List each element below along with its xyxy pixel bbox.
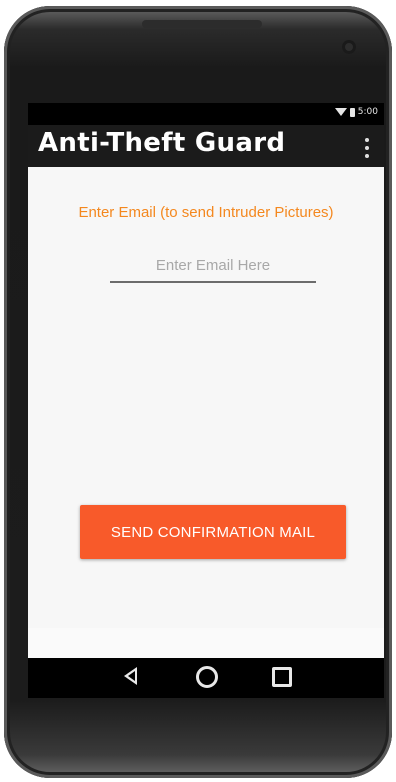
phone-frame: 5:00 Anti-Theft Guard Enter Email (to se… (4, 6, 392, 778)
main-content: Enter Email (to send Intruder Pictures) … (28, 167, 384, 628)
send-confirmation-mail-button[interactable]: SEND CONFIRMATION MAIL (80, 505, 346, 559)
home-icon[interactable] (196, 666, 218, 688)
status-bar: 5:00 (28, 103, 384, 125)
status-icons: 5:00 (334, 107, 378, 117)
speaker-grille (142, 20, 262, 28)
status-time: 5:00 (357, 107, 378, 117)
back-icon[interactable] (124, 667, 137, 685)
wifi-icon (334, 108, 347, 116)
email-input[interactable] (110, 251, 316, 279)
front-camera (342, 40, 356, 54)
screen: 5:00 Anti-Theft Guard Enter Email (to se… (28, 103, 384, 698)
app-title: Anti-Theft Guard (38, 128, 286, 158)
overflow-menu-icon[interactable] (364, 138, 370, 158)
email-field-container (110, 251, 316, 283)
app-bar: Anti-Theft Guard (28, 125, 384, 167)
battery-icon (349, 107, 355, 117)
email-prompt-label: Enter Email (to send Intruder Pictures) (78, 204, 334, 221)
navigation-bar (28, 658, 384, 698)
recents-icon[interactable] (272, 667, 292, 687)
